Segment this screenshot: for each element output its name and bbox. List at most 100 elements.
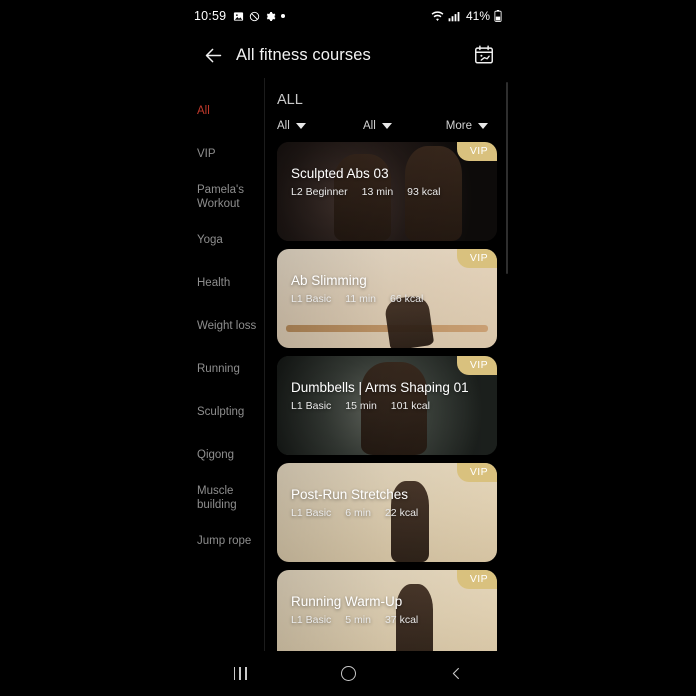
sidebar-item-vip[interactable]: VIP [186,133,264,176]
filter-dropdown-more[interactable]: More [445,120,500,132]
sidebar-item-label: Weight loss [197,319,257,332]
back-button[interactable] [200,42,226,68]
course-panel: ALL All All More VIP Sculpted Abs 03 L2 … [265,78,510,651]
sidebar-item-label: Health [197,276,231,289]
status-bar-right-icons: 41% [431,9,502,23]
course-duration: 15 min [345,400,377,412]
dot-icon [281,14,286,18]
course-calories: 101 kcal [390,400,430,412]
filter-label: All [277,120,290,132]
sidebar-item-yoga[interactable]: Yoga [186,219,264,262]
chevron-down-icon [295,123,306,129]
filter-dropdown-2[interactable]: All [363,120,445,132]
course-info: Dumbbells | Arms Shaping 01 L1 Basic 15 … [291,380,469,412]
app-bar: All fitness courses [186,32,510,78]
course-info: Post-Run Stretches L1 Basic 6 min 22 kca… [291,487,418,519]
sidebar-item-label: Running [197,362,240,375]
sidebar-item-pamelas-workout[interactable]: Pamela's Workout [186,176,264,219]
home-icon [340,666,356,681]
sidebar-item-muscle-building[interactable]: Muscle building [186,477,264,520]
status-badge: VIP [456,142,497,161]
status-bar-clock: 10:59 [194,9,227,23]
sidebar-item-health[interactable]: Health [186,262,264,305]
course-duration: 13 min [361,186,394,198]
course-meta: L1 Basic 11 min 66 kcal [291,293,423,305]
course-info: Ab Slimming L1 Basic 11 min 66 kcal [291,273,423,305]
course-title: Dumbbells | Arms Shaping 01 [291,380,469,395]
image-icon [233,11,244,22]
course-list: VIP Sculpted Abs 03 L2 Beginner 13 min 9… [265,142,510,651]
sidebar-item-label: VIP [197,147,216,160]
course-meta: L1 Basic 15 min 101 kcal [291,400,469,412]
course-meta: L2 Beginner 13 min 93 kcal [291,186,440,198]
course-duration: 5 min [345,614,371,626]
filter-dropdown-1[interactable]: All [277,120,363,132]
workout-plan-button[interactable] [472,43,496,67]
page-title: All fitness courses [236,45,371,64]
course-level: L1 Basic [291,293,332,305]
sidebar-item-jump-rope[interactable]: Jump rope [186,520,264,563]
course-card[interactable]: VIP Sculpted Abs 03 L2 Beginner 13 min 9… [277,142,497,241]
signal-icon [448,11,460,22]
calendar-workout-icon [473,44,495,66]
course-title: Ab Slimming [291,273,367,288]
course-card[interactable]: VIP Dumbbells | Arms Shaping 01 L1 Basic… [277,356,497,455]
sidebar-item-label: Jump rope [197,534,252,547]
sidebar-item-qigong[interactable]: Qigong [186,434,264,477]
back-arrow-icon [203,45,224,66]
course-calories: 37 kcal [384,614,419,626]
filter-row: All All More [265,108,510,132]
course-level: L1 Basic [291,400,332,412]
sidebar-item-label: Yoga [197,233,223,246]
course-meta: L1 Basic 5 min 37 kcal [291,614,418,626]
status-badge: VIP [456,570,497,589]
status-bar: 10:59 41% [186,0,510,32]
recents-button[interactable] [220,659,260,689]
course-calories: 93 kcal [407,186,441,198]
status-badge: VIP [456,356,497,375]
recents-icon [233,667,247,680]
sidebar-item-weight-loss[interactable]: Weight loss [186,305,264,348]
mute-icon [249,11,260,22]
sidebar-item-sculpting[interactable]: Sculpting [186,391,264,434]
status-badge: VIP [456,463,497,482]
course-calories: 22 kcal [384,507,419,519]
status-badge: VIP [456,249,497,268]
filter-label: More [445,120,472,132]
course-duration: 6 min [345,507,371,519]
course-level: L1 Basic [291,614,332,626]
sidebar-item-label: Qigong [197,448,235,461]
course-duration: 11 min [345,293,377,305]
course-title: Running Warm-Up [291,594,403,609]
battery-icon [494,10,502,22]
wifi-icon [431,10,444,22]
back-icon [449,666,464,681]
home-button[interactable] [328,659,368,689]
scrollbar[interactable] [506,82,508,274]
course-info: Running Warm-Up L1 Basic 5 min 37 kcal [291,594,418,626]
sidebar-item-label: All [197,104,210,117]
course-calories: 66 kcal [390,293,424,305]
filter-label: All [363,120,376,132]
category-sidebar[interactable]: All VIP Pamela's Workout Yoga Health Wei… [186,78,265,651]
course-card[interactable]: VIP Running Warm-Up L1 Basic 5 min 37 kc… [277,570,497,651]
sidebar-item-all[interactable]: All [186,90,264,133]
status-bar-left-icons [233,11,286,22]
phone-screen: 10:59 41% All fitness courses All VIP Pa… [0,0,696,696]
course-card[interactable]: VIP Ab Slimming L1 Basic 11 min 66 kcal [277,249,497,348]
course-title: Post-Run Stretches [291,487,409,502]
course-info: Sculpted Abs 03 L2 Beginner 13 min 93 kc… [291,166,440,198]
sidebar-item-running[interactable]: Running [186,348,264,391]
course-level: L2 Beginner [291,186,348,198]
sidebar-item-label: Muscle building [197,485,237,511]
content-area: All VIP Pamela's Workout Yoga Health Wei… [186,78,510,651]
course-card[interactable]: VIP Post-Run Stretches L1 Basic 6 min 22… [277,463,497,562]
chevron-down-icon [478,123,488,129]
course-meta: L1 Basic 6 min 22 kcal [291,507,418,519]
back-nav-button[interactable] [436,659,476,689]
sidebar-item-label: Sculpting [197,405,245,418]
chevron-down-icon [381,123,392,129]
course-level: L1 Basic [291,507,332,519]
course-title: Sculpted Abs 03 [291,166,389,181]
sidebar-item-label: Pamela's Workout [197,184,244,210]
